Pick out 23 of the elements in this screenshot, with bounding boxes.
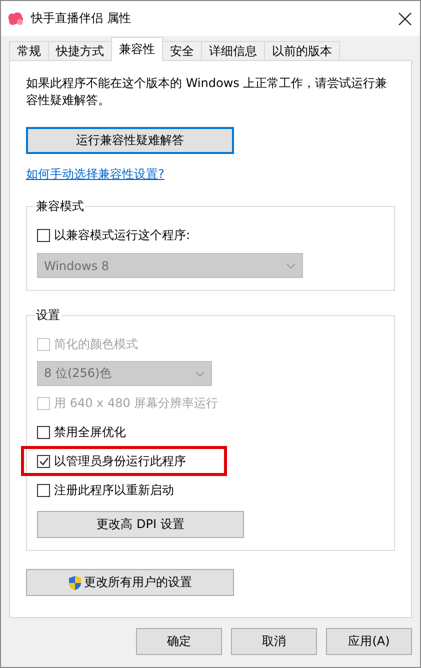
troubleshoot-button[interactable]: 运行兼容性疑难解答 — [26, 127, 234, 154]
close-icon[interactable] — [398, 12, 412, 26]
dialog-button[interactable]: 确定 — [136, 628, 222, 655]
window-title: 快手直播伴侣 属性 — [31, 10, 132, 27]
dialog-button[interactable]: 应用(A) — [326, 628, 412, 655]
checkbox-option[interactable]: 禁用全屏优化 — [37, 420, 384, 444]
checkbox-option[interactable]: 以兼容模式运行这个程序: — [37, 223, 384, 247]
chevron-down-icon — [286, 262, 296, 268]
tab[interactable]: 兼容性 — [111, 37, 163, 61]
checkbox-option[interactable]: 以管理员身份运行此程序 — [24, 449, 224, 473]
dpi-settings-button[interactable]: 更改高 DPI 设置 — [37, 511, 244, 538]
checkbox-option[interactable]: 注册此程序以重新启动 — [37, 478, 384, 502]
chevron-down-icon — [195, 370, 205, 376]
dialog-button[interactable]: 取消 — [231, 628, 317, 655]
tab[interactable]: 常规 — [9, 41, 49, 61]
description-text: 如果此程序不能在这个版本的 Windows 上正常工作，请尝试运行兼容性疑难解答。 — [26, 75, 388, 109]
shield-icon — [68, 574, 82, 590]
app-icon — [7, 10, 25, 26]
tab[interactable]: 以前的版本 — [264, 41, 340, 61]
all-users-settings-button[interactable]: 更改所有用户的设置 — [26, 569, 234, 596]
button-label: 更改所有用户的设置 — [84, 574, 192, 591]
help-link[interactable]: 如何手动选择兼容性设置? — [26, 166, 164, 183]
checkmark-icon — [38, 456, 48, 466]
